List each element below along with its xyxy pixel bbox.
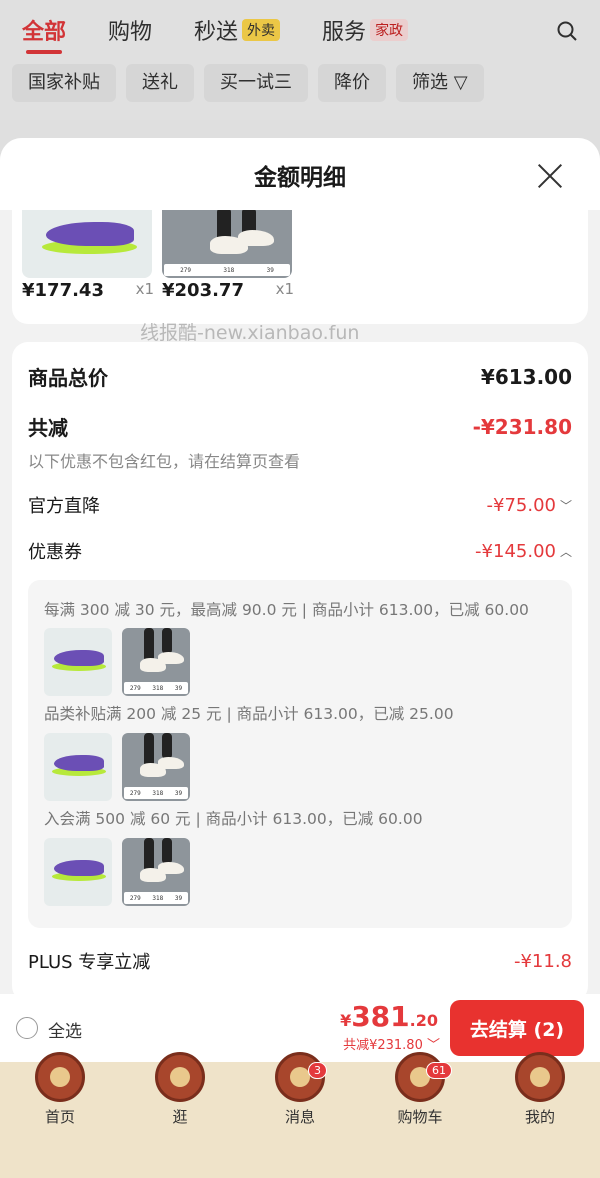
coupon-label: 优惠券: [28, 542, 82, 563]
coupon-products: 279 318 39: [44, 733, 190, 801]
browse-icon: [155, 1052, 205, 1102]
tab-label: 全部: [22, 20, 67, 45]
profile-icon: [515, 1052, 565, 1102]
official-label: 官方直降: [28, 496, 100, 517]
amount-integer: 381: [351, 1000, 410, 1033]
amount-detail-sheet: 金额明细 ¥177.43 x1 279 318 39 ¥203.77 x1 线报…: [0, 138, 600, 998]
official-value-wrap: -¥75.00 ﹀: [487, 495, 573, 516]
tabbar-label: 首页: [44, 1108, 75, 1126]
coupon-value-wrap: -¥145.00 ︿: [475, 541, 572, 562]
takeout-badge: 外卖: [242, 19, 281, 41]
price-breakdown-card: 商品总价 ¥613.00 共减 -¥231.80 以下优惠不包含红包，请在结算页…: [12, 342, 588, 998]
housekeeping-badge: 家政: [370, 19, 409, 41]
chevron-down-icon: ﹀: [559, 498, 572, 513]
total-reduce-toggle[interactable]: 共减¥231.80 ﹀: [343, 1034, 440, 1053]
product-item[interactable]: ¥177.43 x1: [22, 210, 154, 301]
product-image-white-shoe: 279 318 39: [162, 210, 292, 278]
tab-shopping[interactable]: 购物: [108, 14, 152, 46]
size-tag: 279 318 39: [164, 264, 290, 276]
tabbar-label: 逛: [172, 1108, 188, 1126]
chip-national-subsidy[interactable]: 国家补贴: [12, 64, 116, 102]
tab-express[interactable]: 秒送 外卖: [194, 14, 281, 46]
product-qty: x1: [275, 280, 294, 298]
product-thumb-white: 279 318 39: [122, 628, 190, 696]
total-amount: ¥381.20: [340, 1000, 438, 1033]
coupon-rule: 每满 300 减 30 元，最高减 90.0 元 | 商品小计 613.00，已…: [44, 601, 529, 619]
amount-decimal: .20: [409, 1011, 438, 1030]
message-count-badge: 3: [308, 1062, 327, 1079]
total-reduce-text: 共减¥231.80: [343, 1038, 423, 1053]
reduce-label: 共减: [28, 416, 68, 440]
coupon-value: -¥145.00: [475, 540, 556, 562]
total-row: 商品总价 ¥613.00: [28, 362, 572, 391]
tab-label: 秒送: [194, 20, 239, 45]
product-thumb-purple: [44, 838, 112, 906]
tabbar-item-home[interactable]: 首页: [10, 1052, 110, 1127]
coupon-products: 279 318 39: [44, 628, 190, 696]
product-thumb-purple: [44, 628, 112, 696]
product-price: ¥177.43: [22, 280, 104, 301]
coupon-products: 279 318 39: [44, 838, 190, 906]
chip-gift[interactable]: 送礼: [126, 64, 194, 102]
sheet-title: 金额明细: [254, 165, 346, 191]
tab-label: 购物: [108, 20, 153, 45]
checkout-button[interactable]: 去结算 (2): [450, 1000, 584, 1056]
product-qty: x1: [135, 280, 154, 298]
total-label: 商品总价: [28, 366, 108, 390]
products-card: ¥177.43 x1 279 318 39 ¥203.77 x1: [12, 210, 588, 324]
tabbar-item-cart[interactable]: 61 购物车: [370, 1052, 470, 1127]
tab-all[interactable]: 全部: [22, 14, 67, 54]
chevron-up-icon: ︿: [559, 544, 572, 559]
tab-services[interactable]: 服务 家政: [322, 14, 409, 46]
select-all-checkbox[interactable]: [16, 1017, 38, 1039]
tabbar-label: 购物车: [397, 1108, 443, 1126]
reduce-row: 共减 -¥231.80: [28, 412, 572, 441]
cart-count-badge: 61: [426, 1062, 452, 1079]
plus-value: -¥11.8: [513, 950, 572, 972]
close-icon[interactable]: [536, 162, 564, 190]
home-icon: [35, 1052, 85, 1102]
select-all-label[interactable]: 全选: [48, 1017, 82, 1042]
currency-symbol: ¥: [340, 1011, 352, 1030]
chip-price-drop[interactable]: 降价: [318, 64, 386, 102]
product-image-purple-shoe: [22, 210, 152, 278]
size-tag: 279 318 39: [124, 682, 188, 694]
plus-discount-row: PLUS 专享立减 -¥11.8: [28, 948, 572, 974]
top-nav: 全部 购物 秒送 外卖 服务 家政 国家补贴 送礼 买一试三 降价 筛选 ▽: [0, 0, 600, 120]
product-thumb-white: 279 318 39: [122, 838, 190, 906]
plus-label: PLUS 专享立减: [28, 952, 151, 973]
coupon-rule: 入会满 500 减 60 元 | 商品小计 613.00，已减 60.00: [44, 810, 423, 828]
category-tabs: 全部 购物 秒送 外卖 服务 家政: [22, 14, 450, 54]
chevron-up-icon: ﹀: [422, 1038, 440, 1053]
filter-chips: 国家补贴 送礼 买一试三 降价 筛选 ▽: [12, 64, 484, 102]
search-icon[interactable]: [556, 20, 578, 42]
coupon-rule: 品类补贴满 200 减 25 元 | 商品小计 613.00，已减 25.00: [44, 705, 454, 723]
reduce-hint: 以下优惠不包含红包，请在结算页查看: [28, 452, 301, 471]
tab-label: 服务: [322, 20, 367, 45]
size-tag: 279 318 39: [124, 787, 188, 799]
chip-filter[interactable]: 筛选 ▽: [396, 64, 484, 102]
tabbar-item-browse[interactable]: 逛: [130, 1052, 230, 1127]
tabbar-label: 消息: [284, 1108, 315, 1126]
tabbar-item-messages[interactable]: 3 消息: [250, 1052, 350, 1127]
chip-try[interactable]: 买一试三: [204, 64, 308, 102]
coupon-row[interactable]: 优惠券 -¥145.00 ︿: [28, 538, 572, 564]
product-item[interactable]: 279 318 39 ¥203.77 x1: [162, 210, 294, 301]
watermark: 线报酷-new.xianbao.fun: [140, 322, 360, 344]
total-value: ¥613.00: [480, 364, 572, 389]
official-value: -¥75.00: [486, 494, 556, 516]
product-thumb-purple: [44, 733, 112, 801]
sheet-header: 金额明细: [0, 138, 600, 210]
reduce-value: -¥231.80: [472, 414, 572, 439]
bottom-tabbar: 首页 逛 3 消息 61 购物车 我的: [0, 1052, 600, 1178]
tabbar-label: 我的: [524, 1108, 555, 1126]
product-price: ¥203.77: [162, 280, 244, 301]
size-tag: 279 318 39: [124, 892, 188, 904]
product-thumb-white: 279 318 39: [122, 733, 190, 801]
coupon-details: 每满 300 减 30 元，最高减 90.0 元 | 商品小计 613.00，已…: [28, 580, 572, 928]
tabbar-item-mine[interactable]: 我的: [490, 1052, 590, 1127]
official-discount-row[interactable]: 官方直降 -¥75.00 ﹀: [28, 492, 572, 518]
